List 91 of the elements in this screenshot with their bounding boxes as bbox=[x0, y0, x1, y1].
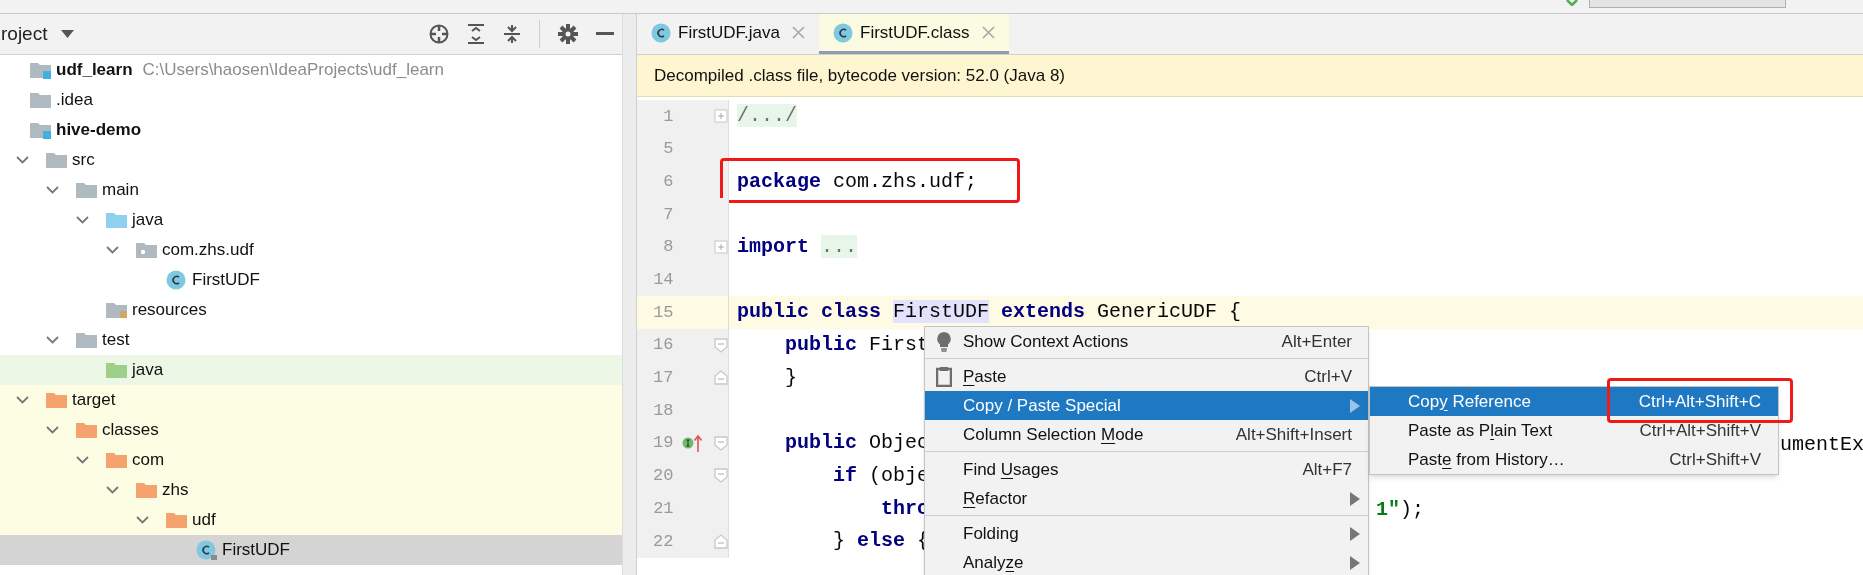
tree-item[interactable]: zhs bbox=[0, 475, 622, 505]
tree-item[interactable]: test bbox=[0, 325, 622, 355]
code-line: package com.zhs.udf; bbox=[737, 168, 978, 195]
tree-item[interactable]: FirstUDF bbox=[0, 535, 622, 565]
tree-item[interactable]: com bbox=[0, 445, 622, 475]
project-path: C:\Users\haosen\IdeaProjects\udf_learn bbox=[142, 59, 444, 82]
folder-icon bbox=[106, 451, 127, 469]
run-icon[interactable] bbox=[1566, 0, 1578, 6]
module-folder-icon bbox=[30, 61, 51, 79]
chevron-down-icon[interactable] bbox=[106, 246, 119, 254]
code-line: 1"); bbox=[1376, 497, 1425, 524]
menu-item[interactable]: Paste from History… Ctrl+Shift+V bbox=[1370, 445, 1778, 474]
folder-icon bbox=[30, 91, 51, 109]
lightbulb-icon bbox=[936, 331, 952, 352]
chevron-down-icon[interactable] bbox=[136, 516, 149, 524]
tree-item[interactable]: classes bbox=[0, 415, 622, 445]
folder-icon bbox=[46, 391, 67, 409]
tree-item[interactable]: target bbox=[0, 385, 622, 415]
chevron-down-icon[interactable] bbox=[16, 156, 29, 164]
line-number: 7 bbox=[662, 203, 674, 226]
close-icon[interactable] bbox=[981, 26, 995, 39]
menu-item[interactable]: Analyze bbox=[925, 548, 1368, 575]
line-number: 14 bbox=[652, 269, 674, 292]
chevron-down-icon[interactable] bbox=[76, 456, 89, 464]
tree-item[interactable]: src bbox=[0, 145, 622, 175]
minimize-icon[interactable] bbox=[596, 32, 614, 36]
menu-item[interactable]: Copy Reference Ctrl+Alt+Shift+C bbox=[1370, 387, 1778, 416]
line-number: 1 bbox=[662, 105, 674, 128]
folder-icon bbox=[76, 331, 97, 349]
code-line: umentEx bbox=[1780, 431, 1863, 458]
line-number: 21 bbox=[652, 497, 674, 520]
decompiled-banner: Decompiled .class file, bytecode version: 52.0 (Java 8) bbox=[637, 55, 1863, 97]
tree-item[interactable]: udf bbox=[0, 505, 622, 535]
class-icon bbox=[833, 22, 854, 43]
line-number: 16 bbox=[652, 334, 674, 357]
tree-item[interactable]: com.zhs.udf bbox=[0, 235, 622, 265]
panel-title[interactable]: roject bbox=[1, 19, 48, 49]
code-line: import ... bbox=[737, 234, 858, 261]
folder-icon bbox=[106, 211, 127, 229]
collapse-all-icon[interactable] bbox=[503, 24, 521, 44]
line-number: 15 bbox=[652, 301, 674, 324]
folder-icon bbox=[76, 181, 97, 199]
editor-tab[interactable]: FirstUDF.java bbox=[637, 14, 819, 54]
locked-class-icon bbox=[196, 540, 217, 560]
chevron-down-icon[interactable] bbox=[106, 486, 119, 494]
clipboard-icon bbox=[936, 366, 952, 387]
tree-item[interactable]: FirstUDF bbox=[0, 265, 622, 295]
folder-icon bbox=[76, 421, 97, 439]
implements-marker-icon[interactable] bbox=[682, 434, 703, 453]
menu-item[interactable]: Paste as Plain Text Ctrl+Alt+Shift+V bbox=[1370, 416, 1778, 445]
module-folder-icon bbox=[30, 121, 51, 139]
line-number: 5 bbox=[662, 138, 674, 161]
tree-item[interactable]: java bbox=[0, 205, 622, 235]
code-line: public class FirstUDF extends GenericUDF { bbox=[737, 299, 1242, 326]
dropdown-caret-icon[interactable] bbox=[61, 30, 75, 38]
settings-icon[interactable] bbox=[558, 24, 578, 44]
folder-icon bbox=[166, 511, 187, 529]
line-number: 19 bbox=[652, 432, 674, 455]
line-number: 6 bbox=[662, 170, 674, 193]
folder-icon bbox=[136, 481, 157, 499]
class-icon bbox=[166, 270, 187, 290]
line-number: 17 bbox=[652, 367, 674, 390]
chevron-down-icon[interactable] bbox=[46, 336, 59, 344]
tree-item[interactable]: udf_learn C:\Users\haosen\IdeaProjects\udf_learn bbox=[0, 55, 622, 85]
chevron-down-icon[interactable] bbox=[46, 426, 59, 434]
code-line: } bbox=[784, 364, 797, 391]
tree-item[interactable]: main bbox=[0, 175, 622, 205]
chevron-down-icon[interactable] bbox=[16, 396, 29, 404]
menu-item[interactable]: Find Usages Alt+F7 bbox=[925, 455, 1368, 484]
package-icon bbox=[136, 241, 157, 259]
locate-icon[interactable] bbox=[429, 24, 449, 44]
tree-item[interactable]: .idea bbox=[0, 85, 622, 115]
folder-icon bbox=[106, 361, 127, 379]
class-icon bbox=[651, 22, 672, 43]
chevron-down-icon[interactable] bbox=[76, 216, 89, 224]
menu-item[interactable]: Folding bbox=[925, 519, 1368, 548]
line-number: 18 bbox=[652, 399, 674, 422]
expand-all-icon[interactable] bbox=[467, 24, 485, 44]
line-number: 22 bbox=[652, 530, 674, 553]
chevron-down-icon[interactable] bbox=[46, 186, 59, 194]
menu-item[interactable]: Paste Ctrl+V bbox=[925, 362, 1368, 391]
tree-item[interactable]: java bbox=[0, 355, 622, 385]
tree-item[interactable]: resources bbox=[0, 295, 622, 325]
menu-item[interactable]: Copy / Paste Special bbox=[925, 391, 1368, 420]
editor-tab[interactable]: FirstUDF.class bbox=[819, 14, 1009, 54]
line-number: 8 bbox=[662, 236, 674, 259]
line-number: 20 bbox=[652, 465, 674, 488]
resources-folder-icon bbox=[106, 301, 127, 319]
tree-item[interactable]: hive-demo bbox=[0, 115, 622, 145]
menu-item[interactable]: Refactor bbox=[925, 484, 1368, 513]
folder-icon bbox=[46, 151, 67, 169]
